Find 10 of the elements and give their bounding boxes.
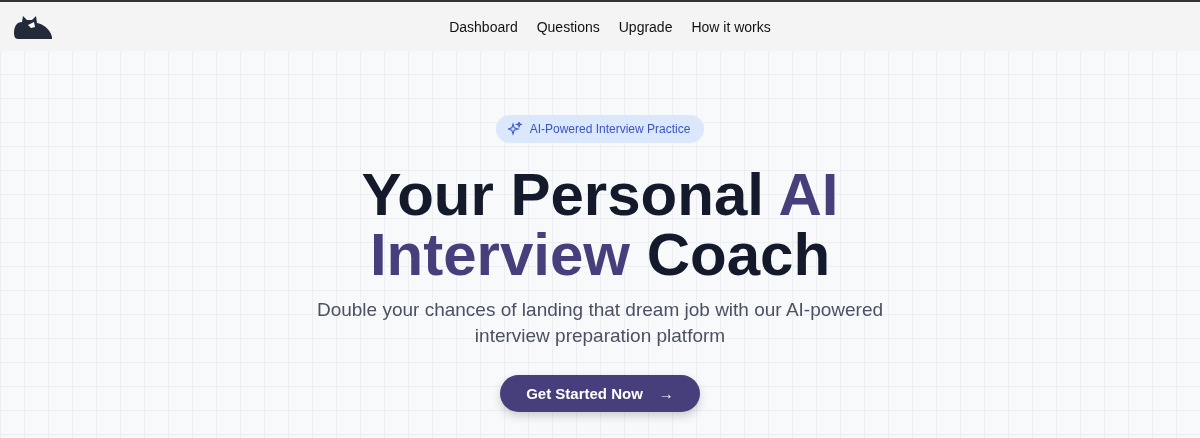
get-started-button[interactable]: Get Started Now →: [500, 375, 700, 412]
sparkle-icon: [507, 122, 522, 136]
hero-subtitle: Double your chances of landing that dream job with our AI-powered interview preparation platform: [315, 298, 885, 348]
nav-link[interactable]: How it works: [691, 18, 771, 35]
cat-logo-icon[interactable]: [12, 14, 54, 39]
nav-link[interactable]: Upgrade: [618, 18, 673, 35]
badge-text: AI-Powered Interview Practice: [529, 122, 691, 136]
nav-link[interactable]: Questions: [536, 18, 600, 35]
nav-link[interactable]: Dashboard: [449, 18, 518, 35]
hero-headline: Your Personal AI Interview Coach: [360, 165, 840, 285]
